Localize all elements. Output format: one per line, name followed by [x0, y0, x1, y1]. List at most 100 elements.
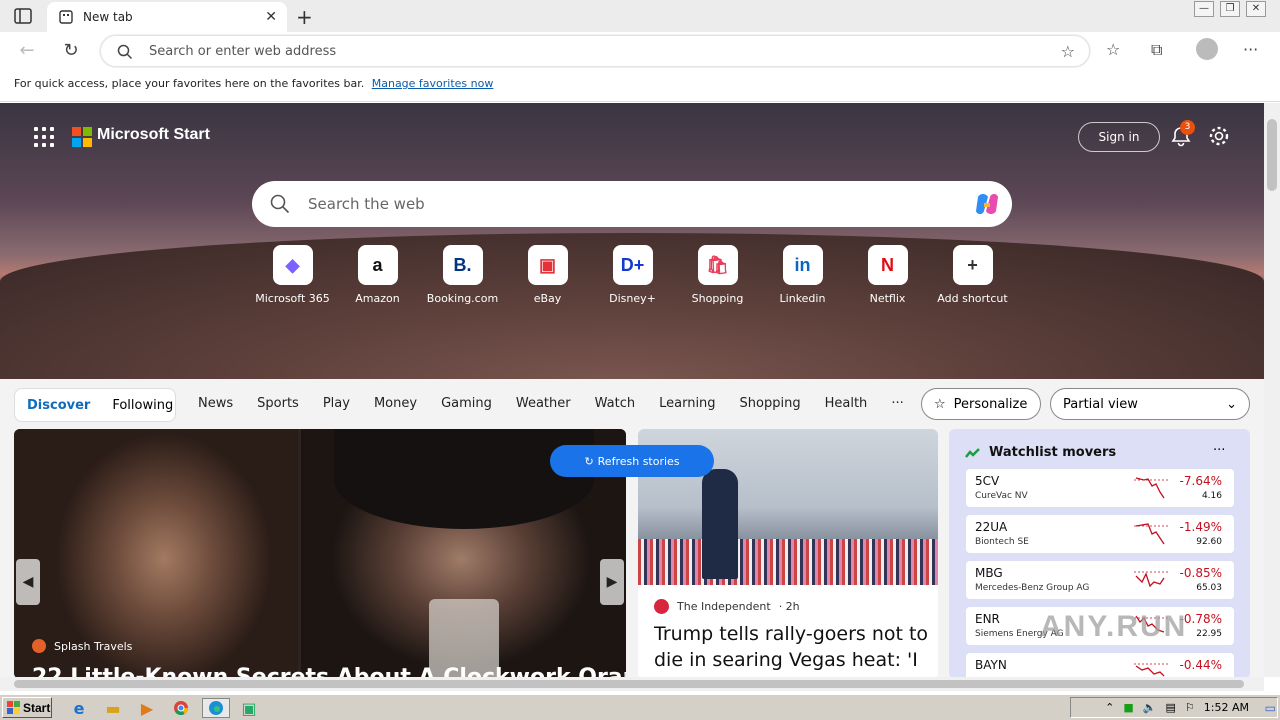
category-gaming[interactable]: Gaming [441, 396, 492, 411]
stock-price: 22.95 [1196, 629, 1222, 639]
category-weather[interactable]: Weather [516, 396, 571, 411]
personalize-button[interactable]: ☆ Personalize [921, 388, 1041, 420]
edge-icon[interactable] [202, 698, 230, 718]
stock-sparkline [1134, 571, 1168, 588]
favorites-bar: For quick access, place your favorites h… [0, 70, 1280, 102]
category-sports[interactable]: Sports [257, 396, 299, 411]
view-select[interactable]: Partial view ⌄ [1050, 388, 1250, 420]
shortcut-shopping[interactable]: 🛍 Shopping [675, 245, 760, 305]
minimize-icon[interactable]: — [1194, 1, 1214, 17]
watchlist-row-bayn[interactable]: BAYN -0.44% [966, 653, 1234, 677]
shortcut-amazon[interactable]: a Amazon [335, 245, 420, 305]
system-tray: ⌃ ■ 🔈 ▤ ⚐ 1:52 AM [1070, 697, 1278, 718]
category-money[interactable]: Money [374, 396, 417, 411]
feature-story-card[interactable]: ◀ ▶ Splash Travels 22 Little-Known Secre… [14, 429, 626, 677]
horizontal-scrollbar[interactable] [0, 677, 1264, 691]
shortcut-label: Microsoft 365 [255, 292, 330, 305]
category-more[interactable]: ··· [891, 396, 903, 411]
category-learning[interactable]: Learning [659, 396, 715, 411]
profile-avatar[interactable] [1196, 38, 1218, 60]
category-play[interactable]: Play [323, 396, 350, 411]
shortcut-label: Amazon [355, 292, 400, 305]
category-news[interactable]: News [198, 396, 233, 411]
watchlist-row-22ua[interactable]: 22UA Biontech SE -1.49% 92.60 [966, 515, 1234, 553]
shortcut-booking-com[interactable]: B. Booking.com [420, 245, 505, 305]
copilot-icon[interactable] [972, 189, 1002, 219]
carousel-next-icon[interactable]: ▶ [600, 559, 624, 605]
stock-price: 92.60 [1196, 537, 1222, 547]
watchlist-more-icon[interactable]: ··· [1213, 443, 1225, 458]
app-launcher-icon[interactable] [34, 127, 54, 147]
stock-change: -0.44% [1179, 658, 1222, 672]
vertical-scrollbar[interactable] [1264, 103, 1280, 677]
shortcut-disney-[interactable]: D+ Disney+ [590, 245, 675, 305]
start-button[interactable]: Start [2, 697, 52, 718]
tray-network-icon[interactable]: ▤ [1166, 701, 1176, 714]
web-search-box[interactable]: Search the web [252, 181, 1012, 227]
story-photo-crowd [638, 539, 938, 585]
stock-change: -0.85% [1179, 566, 1222, 580]
tray-flag-icon[interactable]: ⚐ [1185, 701, 1195, 714]
favorites-icon[interactable]: ☆ [1106, 40, 1120, 59]
manage-favorites-link[interactable]: Manage favorites now [372, 77, 494, 90]
sign-in-button[interactable]: Sign in [1078, 122, 1160, 152]
add-favorite-icon[interactable]: ☆ [1061, 42, 1075, 61]
collections-icon[interactable]: ⧉ [1151, 40, 1162, 60]
shortcut-netflix[interactable]: N Netflix [845, 245, 930, 305]
new-tab-icon[interactable]: + [296, 5, 313, 29]
shortcut-ebay[interactable]: ▣ eBay [505, 245, 590, 305]
story-source: Splash Travels [32, 639, 132, 653]
address-placeholder: Search or enter web address [149, 44, 337, 59]
tab-discover[interactable]: Discover [27, 398, 90, 413]
stock-symbol: BAYN [975, 658, 1007, 672]
tray-up-icon[interactable]: ⌃ [1105, 701, 1114, 714]
more-menu-icon[interactable]: ··· [1243, 40, 1258, 59]
stock-symbol: ENR [975, 612, 1000, 626]
tray-battery-icon[interactable]: ■ [1123, 701, 1133, 714]
refresh-stories-button[interactable]: ↻ Refresh stories [550, 445, 714, 477]
tab-new-tab[interactable]: New tab ✕ [47, 2, 287, 32]
hero-background: Microsoft Start Sign in 3 Search the web… [0, 103, 1264, 379]
category-watch[interactable]: Watch [595, 396, 635, 411]
story-headline[interactable]: 22 Little-Known Secrets About A Clockwor… [32, 665, 626, 677]
category-shopping[interactable]: Shopping [740, 396, 801, 411]
favbar-text: For quick access, place your favorites h… [14, 77, 365, 90]
category-health[interactable]: Health [825, 396, 868, 411]
watchlist-row-mbg[interactable]: MBG Mercedes-Benz Group AG -0.85% 65.03 [966, 561, 1234, 599]
vertical-scroll-thumb[interactable] [1267, 119, 1277, 191]
shortcuts-row: ◆ Microsoft 365 a Amazon B. Booking.com ▣ eBay D… [250, 245, 1015, 305]
ie-icon[interactable]: e [68, 698, 90, 718]
media-player-icon[interactable]: ▶ [136, 698, 158, 718]
story-headline[interactable]: Trump tells rally-goers not to die in se… [654, 621, 929, 673]
carousel-prev-icon[interactable]: ◀ [16, 559, 40, 605]
restore-icon[interactable]: ❐ [1220, 1, 1240, 17]
terminal-app-icon[interactable]: ▣ [238, 698, 260, 718]
close-window-icon[interactable]: ✕ [1246, 1, 1266, 17]
shortcut-linkedin[interactable]: in Linkedin [760, 245, 845, 305]
watchlist-row-5cv[interactable]: 5CV CureVac NV -7.64% 4.16 [966, 469, 1234, 507]
trend-chart-icon [965, 448, 980, 458]
tray-volume-icon[interactable]: 🔈 [1143, 701, 1157, 714]
shortcut-label: Add shortcut [937, 292, 1008, 305]
start-label: Start [23, 700, 51, 715]
shortcut-label: Disney+ [609, 292, 656, 305]
settings-gear-icon[interactable] [1208, 125, 1230, 147]
back-icon[interactable]: ← [16, 40, 38, 62]
close-tab-icon[interactable]: ✕ [265, 9, 277, 25]
brand-title[interactable]: Microsoft Start [97, 126, 210, 144]
chrome-icon[interactable] [170, 698, 192, 718]
shortcut-label: Linkedin [779, 292, 826, 305]
tab-actions-icon[interactable] [14, 8, 32, 24]
shortcut-microsoft-365[interactable]: ◆ Microsoft 365 [250, 245, 335, 305]
tab-title: New tab [83, 10, 133, 24]
show-desktop-icon[interactable]: ▭ [1265, 701, 1276, 715]
tab-following[interactable]: Following [112, 398, 173, 413]
explorer-folder-icon[interactable]: ▬ [102, 698, 124, 718]
stock-name: Biontech SE [975, 537, 1029, 547]
horizontal-scroll-thumb[interactable] [14, 680, 1244, 688]
ebay-icon: ▣ [527, 245, 568, 285]
address-bar[interactable]: Search or enter web address ☆ [100, 35, 1090, 67]
shortcut-add-shortcut[interactable]: + Add shortcut [930, 245, 1015, 305]
refresh-icon[interactable]: ↻ [60, 40, 82, 62]
taskbar: Start e ▬ ▶ ▣ ⌃ ■ 🔈 ▤ ⚐ 1:52 AM ▭ [0, 694, 1280, 720]
